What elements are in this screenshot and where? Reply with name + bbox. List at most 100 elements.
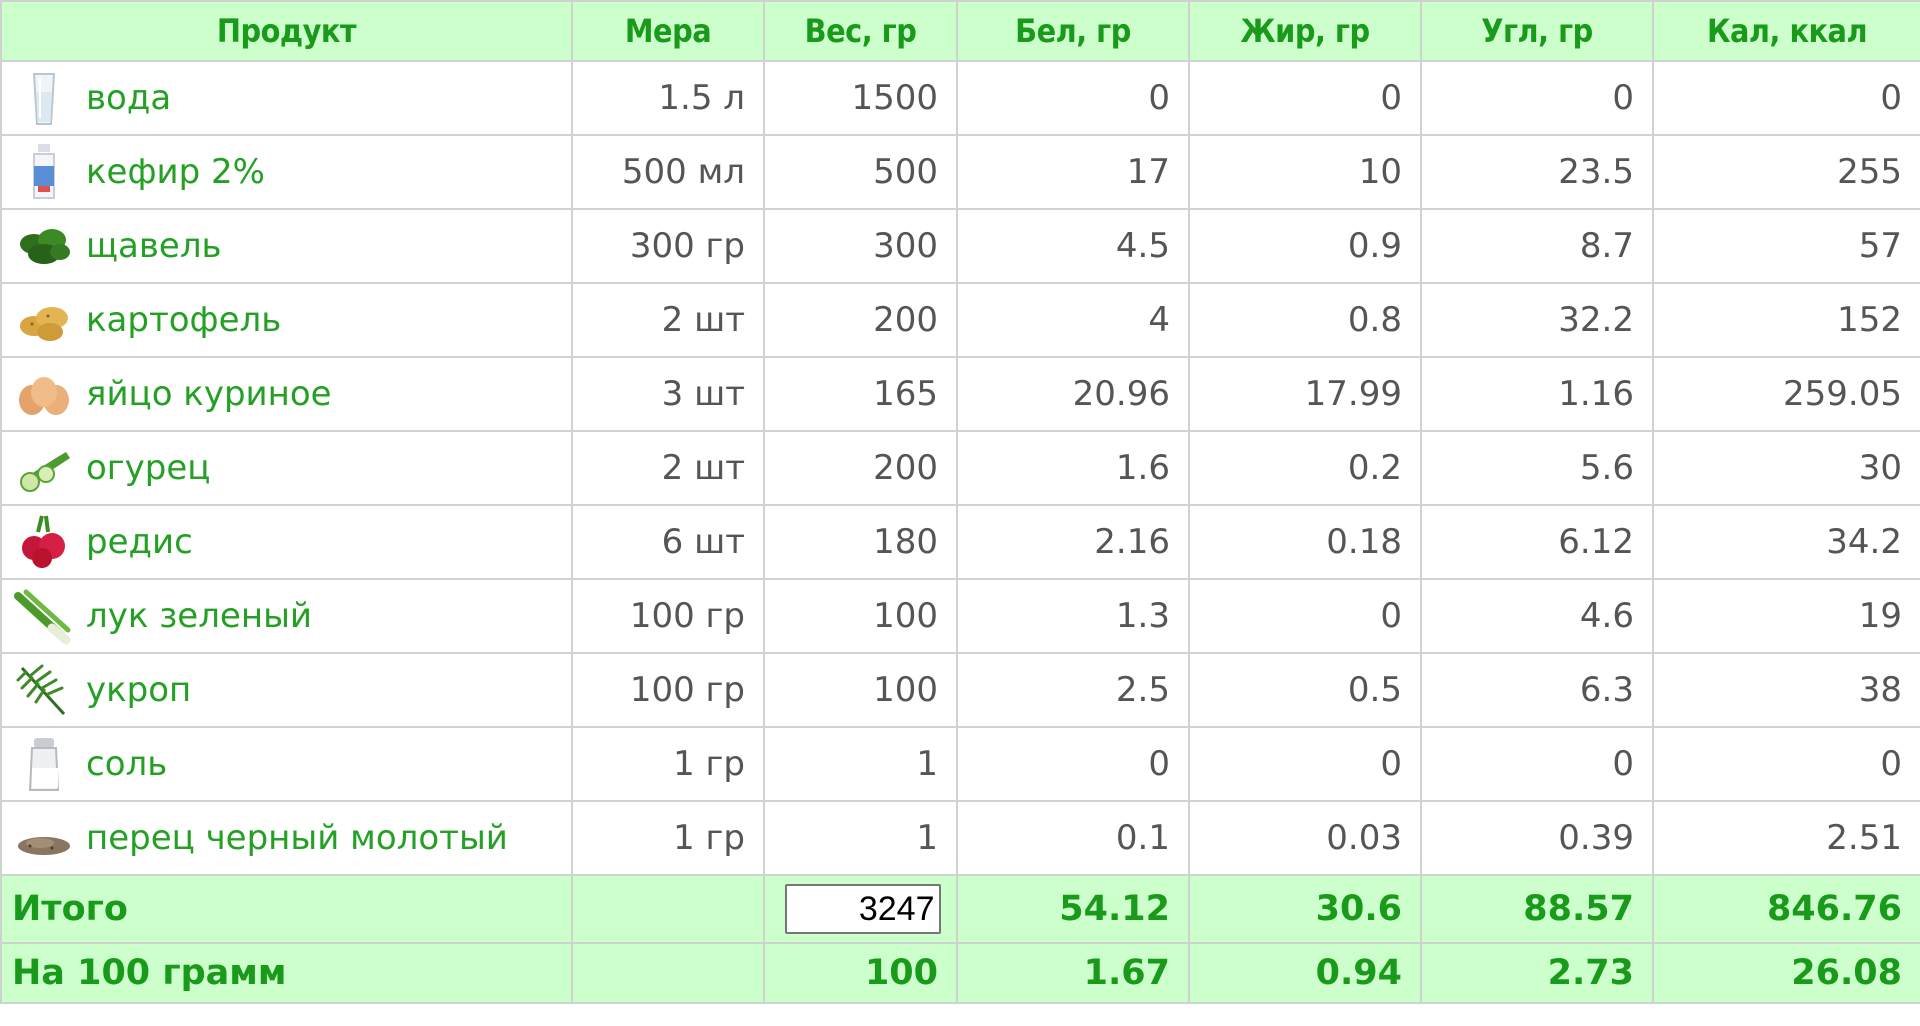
fat-cell: 0	[1188, 60, 1422, 136]
carb-cell: 8.7	[1420, 208, 1654, 284]
measure-cell: 500 мл	[571, 134, 765, 210]
measure-cell: 3 шт	[571, 356, 765, 432]
measure-cell: 1 гр	[571, 800, 765, 876]
measure-cell: 300 гр	[571, 208, 765, 284]
kcal-cell: 34.2	[1652, 504, 1920, 580]
carb-cell: 0	[1420, 726, 1654, 802]
fat-cell: 0.18	[1188, 504, 1422, 580]
measure-cell: 100 гр	[571, 578, 765, 654]
table-row: яйцо куриное 3 шт 165 20.96 17.99 1.16 2…	[0, 356, 1920, 432]
kcal-cell: 19	[1652, 578, 1920, 654]
carb-cell: 4.6	[1420, 578, 1654, 654]
product-link[interactable]: соль	[86, 744, 167, 784]
kefir-bottle-icon[interactable]	[12, 140, 76, 204]
product-link[interactable]: лук зеленый	[86, 596, 312, 636]
product-cell: перец черный молотый	[0, 800, 573, 876]
sorrel-icon[interactable]	[12, 214, 76, 278]
green-onion-icon[interactable]	[12, 584, 76, 648]
protein-cell: 0	[956, 60, 1190, 136]
per100-weight: 100	[763, 942, 958, 1004]
product-link[interactable]: огурец	[86, 448, 210, 488]
fat-cell: 0.2	[1188, 430, 1422, 506]
egg-icon[interactable]	[12, 362, 76, 426]
weight-cell: 165	[763, 356, 958, 432]
kcal-cell: 152	[1652, 282, 1920, 358]
kcal-cell: 0	[1652, 726, 1920, 802]
product-cell: картофель	[0, 282, 573, 358]
carb-cell: 0.39	[1420, 800, 1654, 876]
total-weight-input[interactable]	[784, 884, 941, 934]
radish-icon[interactable]	[12, 510, 76, 574]
kcal-cell: 0	[1652, 60, 1920, 136]
protein-cell: 4	[956, 282, 1190, 358]
fat-cell: 17.99	[1188, 356, 1422, 432]
header-kcal: Кал, ккал	[1652, 0, 1920, 62]
protein-cell: 1.3	[956, 578, 1190, 654]
protein-cell: 2.16	[956, 504, 1190, 580]
header-product: Продукт	[0, 0, 573, 62]
measure-cell: 1 гр	[571, 726, 765, 802]
carb-cell: 23.5	[1420, 134, 1654, 210]
per100-carb: 2.73	[1420, 942, 1654, 1004]
product-link[interactable]: перец черный молотый	[86, 818, 508, 858]
table-row: редис 6 шт 180 2.16 0.18 6.12 34.2	[0, 504, 1920, 580]
product-link[interactable]: вода	[86, 78, 171, 118]
fat-cell: 0.03	[1188, 800, 1422, 876]
product-cell: редис	[0, 504, 573, 580]
total-carb: 88.57	[1420, 874, 1654, 944]
product-link[interactable]: кефир 2%	[86, 152, 265, 192]
measure-cell: 2 шт	[571, 430, 765, 506]
weight-cell: 1500	[763, 60, 958, 136]
fat-cell: 0	[1188, 726, 1422, 802]
product-cell: щавель	[0, 208, 573, 284]
protein-cell: 0.1	[956, 800, 1190, 876]
table-row: щавель 300 гр 300 4.5 0.9 8.7 57	[0, 208, 1920, 284]
weight-cell: 500	[763, 134, 958, 210]
protein-cell: 20.96	[956, 356, 1190, 432]
per100-label: На 100 грамм	[0, 942, 573, 1004]
kcal-cell: 255	[1652, 134, 1920, 210]
total-weight-cell	[763, 874, 958, 944]
protein-cell: 2.5	[956, 652, 1190, 728]
fat-cell: 0.9	[1188, 208, 1422, 284]
water-glass-icon[interactable]	[12, 66, 76, 130]
cucumber-icon[interactable]	[12, 436, 76, 500]
salt-shaker-icon[interactable]	[12, 732, 76, 796]
product-link[interactable]: редис	[86, 522, 193, 562]
header-weight: Вес, гр	[763, 0, 958, 62]
ground-pepper-icon[interactable]	[12, 806, 76, 870]
measure-cell: 6 шт	[571, 504, 765, 580]
product-link[interactable]: яйцо куриное	[86, 374, 332, 414]
fat-cell: 10	[1188, 134, 1422, 210]
protein-cell: 4.5	[956, 208, 1190, 284]
weight-cell: 300	[763, 208, 958, 284]
potato-icon[interactable]	[12, 288, 76, 352]
table-row: вода 1.5 л 1500 0 0 0 0	[0, 60, 1920, 136]
carb-cell: 6.3	[1420, 652, 1654, 728]
kcal-cell: 2.51	[1652, 800, 1920, 876]
table-row: перец черный молотый 1 гр 1 0.1 0.03 0.3…	[0, 800, 1920, 876]
header-protein: Бел, гр	[956, 0, 1190, 62]
product-link[interactable]: картофель	[86, 300, 281, 340]
per100-measure	[571, 942, 765, 1004]
weight-cell: 200	[763, 282, 958, 358]
weight-cell: 1	[763, 726, 958, 802]
measure-cell: 1.5 л	[571, 60, 765, 136]
measure-cell: 2 шт	[571, 282, 765, 358]
product-cell: лук зеленый	[0, 578, 573, 654]
protein-cell: 1.6	[956, 430, 1190, 506]
fat-cell: 0.8	[1188, 282, 1422, 358]
weight-cell: 1	[763, 800, 958, 876]
product-link[interactable]: щавель	[86, 226, 222, 266]
kcal-cell: 38	[1652, 652, 1920, 728]
table-row: укроп 100 гр 100 2.5 0.5 6.3 38	[0, 652, 1920, 728]
carb-cell: 32.2	[1420, 282, 1654, 358]
table-row: лук зеленый 100 гр 100 1.3 0 4.6 19	[0, 578, 1920, 654]
per100-fat: 0.94	[1188, 942, 1422, 1004]
weight-cell: 100	[763, 578, 958, 654]
fat-cell: 0	[1188, 578, 1422, 654]
product-link[interactable]: укроп	[86, 670, 191, 710]
kcal-cell: 259.05	[1652, 356, 1920, 432]
weight-cell: 100	[763, 652, 958, 728]
dill-icon[interactable]	[12, 658, 76, 722]
